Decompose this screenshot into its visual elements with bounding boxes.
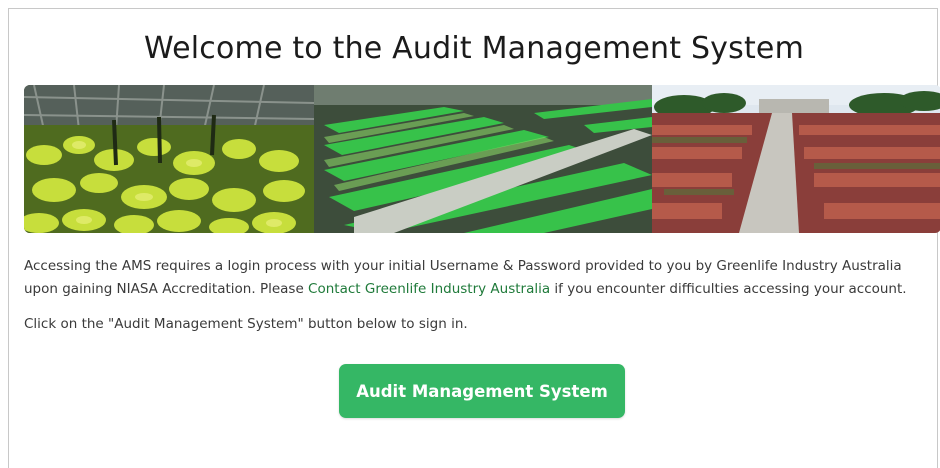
sign-in-instruction: Click on the "Audit Management System" b… xyxy=(24,316,468,332)
login-info-text: Accessing the AMS requires a login proce… xyxy=(24,255,929,301)
login-info-text-end: if you encounter difficulties accessing … xyxy=(550,281,907,297)
seedling-beds-photo xyxy=(314,85,652,233)
greenhouse-foliage-photo xyxy=(24,85,315,233)
page-title: Welcome to the Audit Management System xyxy=(143,31,805,66)
welcome-card: Welcome to the Audit Management System A… xyxy=(8,8,940,468)
red-foliage-rows-photo xyxy=(652,85,940,233)
contact-link[interactable]: Contact Greenlife Industry Australia xyxy=(308,281,550,297)
audit-management-system-button[interactable]: Audit Management System xyxy=(339,364,625,418)
nursery-banner-image xyxy=(24,85,940,233)
